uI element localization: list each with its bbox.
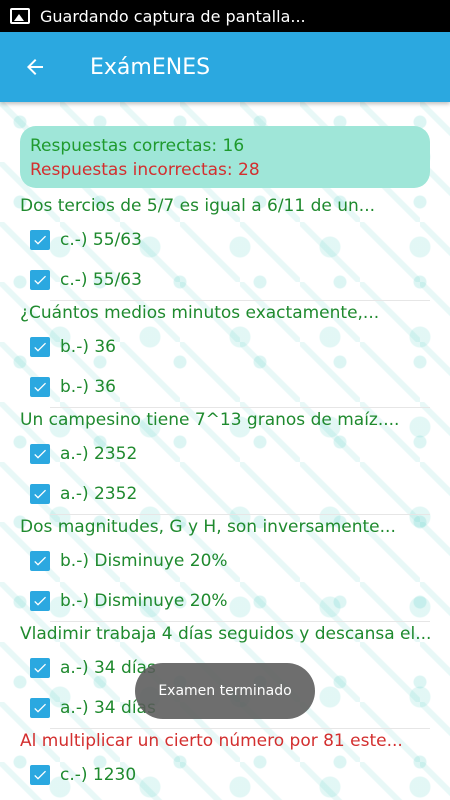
status-notification: Guardando captura de pantalla... — [40, 6, 306, 26]
question-text: Dos tercios de 5/7 es igual a 6/11 de un… — [20, 196, 376, 216]
answer-label: b.-) 36 — [60, 337, 116, 357]
status-bar: Guardando captura de pantalla... — [0, 0, 450, 32]
checkbox-checked-icon[interactable] — [30, 270, 50, 290]
answer-option[interactable]: c.-) 55/63 — [20, 260, 430, 300]
answer-label: b.-) Disminuye 20% — [60, 591, 228, 611]
image-icon — [10, 8, 30, 24]
question-text: Dos magnitudes, G y H, son inversamente.… — [20, 517, 396, 537]
answer-label: c.-) 1230 — [60, 765, 137, 785]
question-item[interactable]: Un campesino tiene 7^13 granos de maíz..… — [20, 406, 430, 515]
question-item[interactable]: Dos tercios de 5/7 es igual a 6/11 de un… — [20, 192, 430, 301]
answer-label: c.-) 55/63 — [60, 230, 142, 250]
checkbox-checked-icon[interactable] — [30, 765, 50, 785]
question-text: Al multiplicar un cierto número por 81 e… — [20, 731, 403, 751]
correct-count: Respuestas correctas: 16 — [30, 136, 245, 156]
answer-label: b.-) 36 — [60, 377, 116, 397]
question-text: Un campesino tiene 7^13 granos de maíz..… — [20, 410, 400, 430]
checkbox-checked-icon[interactable] — [30, 377, 50, 397]
toast-message: Examen terminado — [135, 663, 315, 719]
answer-label: a.-) 2352 — [60, 444, 138, 464]
score-summary: Respuestas correctas: 16 Respuestas inco… — [20, 126, 430, 188]
checkbox-checked-icon[interactable] — [30, 230, 50, 250]
question-text: ¿Cuántos medios minutos exactamente,... — [20, 303, 380, 323]
question-item[interactable]: ¿Cuántos medios minutos exactamente,... … — [20, 299, 430, 408]
checkbox-checked-icon[interactable] — [30, 484, 50, 504]
question-item[interactable]: Dos magnitudes, G y H, son inversamente.… — [20, 513, 430, 622]
answer-option[interactable]: b.-) 36 — [20, 327, 430, 367]
answer-option[interactable]: a.-) 2352 — [20, 474, 430, 514]
checkbox-checked-icon[interactable] — [30, 337, 50, 357]
checkbox-checked-icon[interactable] — [30, 551, 50, 571]
question-item[interactable]: Al multiplicar un cierto número por 81 e… — [20, 727, 430, 795]
checkbox-checked-icon[interactable] — [30, 698, 50, 718]
back-button[interactable] — [0, 32, 70, 102]
answer-option[interactable]: c.-) 55/63 — [20, 220, 430, 260]
answer-option[interactable]: b.-) 36 — [20, 367, 430, 407]
answer-label: a.-) 2352 — [60, 484, 138, 504]
checkbox-checked-icon[interactable] — [30, 444, 50, 464]
page-title: ExámENES — [90, 54, 211, 80]
checkbox-checked-icon[interactable] — [30, 591, 50, 611]
answer-label: c.-) 55/63 — [60, 270, 142, 290]
incorrect-count: Respuestas incorrectas: 28 — [30, 160, 260, 180]
app-bar: ExámENES — [0, 32, 450, 102]
arrow-left-icon — [27, 59, 43, 75]
answer-label: b.-) Disminuye 20% — [60, 551, 228, 571]
answer-option[interactable]: c.-) 1230 — [20, 755, 430, 795]
answer-option[interactable]: a.-) 2352 — [20, 434, 430, 474]
question-text: Vladimir trabaja 4 días seguidos y desca… — [20, 624, 430, 644]
answer-option[interactable]: b.-) Disminuye 20% — [20, 541, 430, 581]
answer-option[interactable]: b.-) Disminuye 20% — [20, 581, 430, 621]
checkbox-checked-icon[interactable] — [30, 658, 50, 678]
